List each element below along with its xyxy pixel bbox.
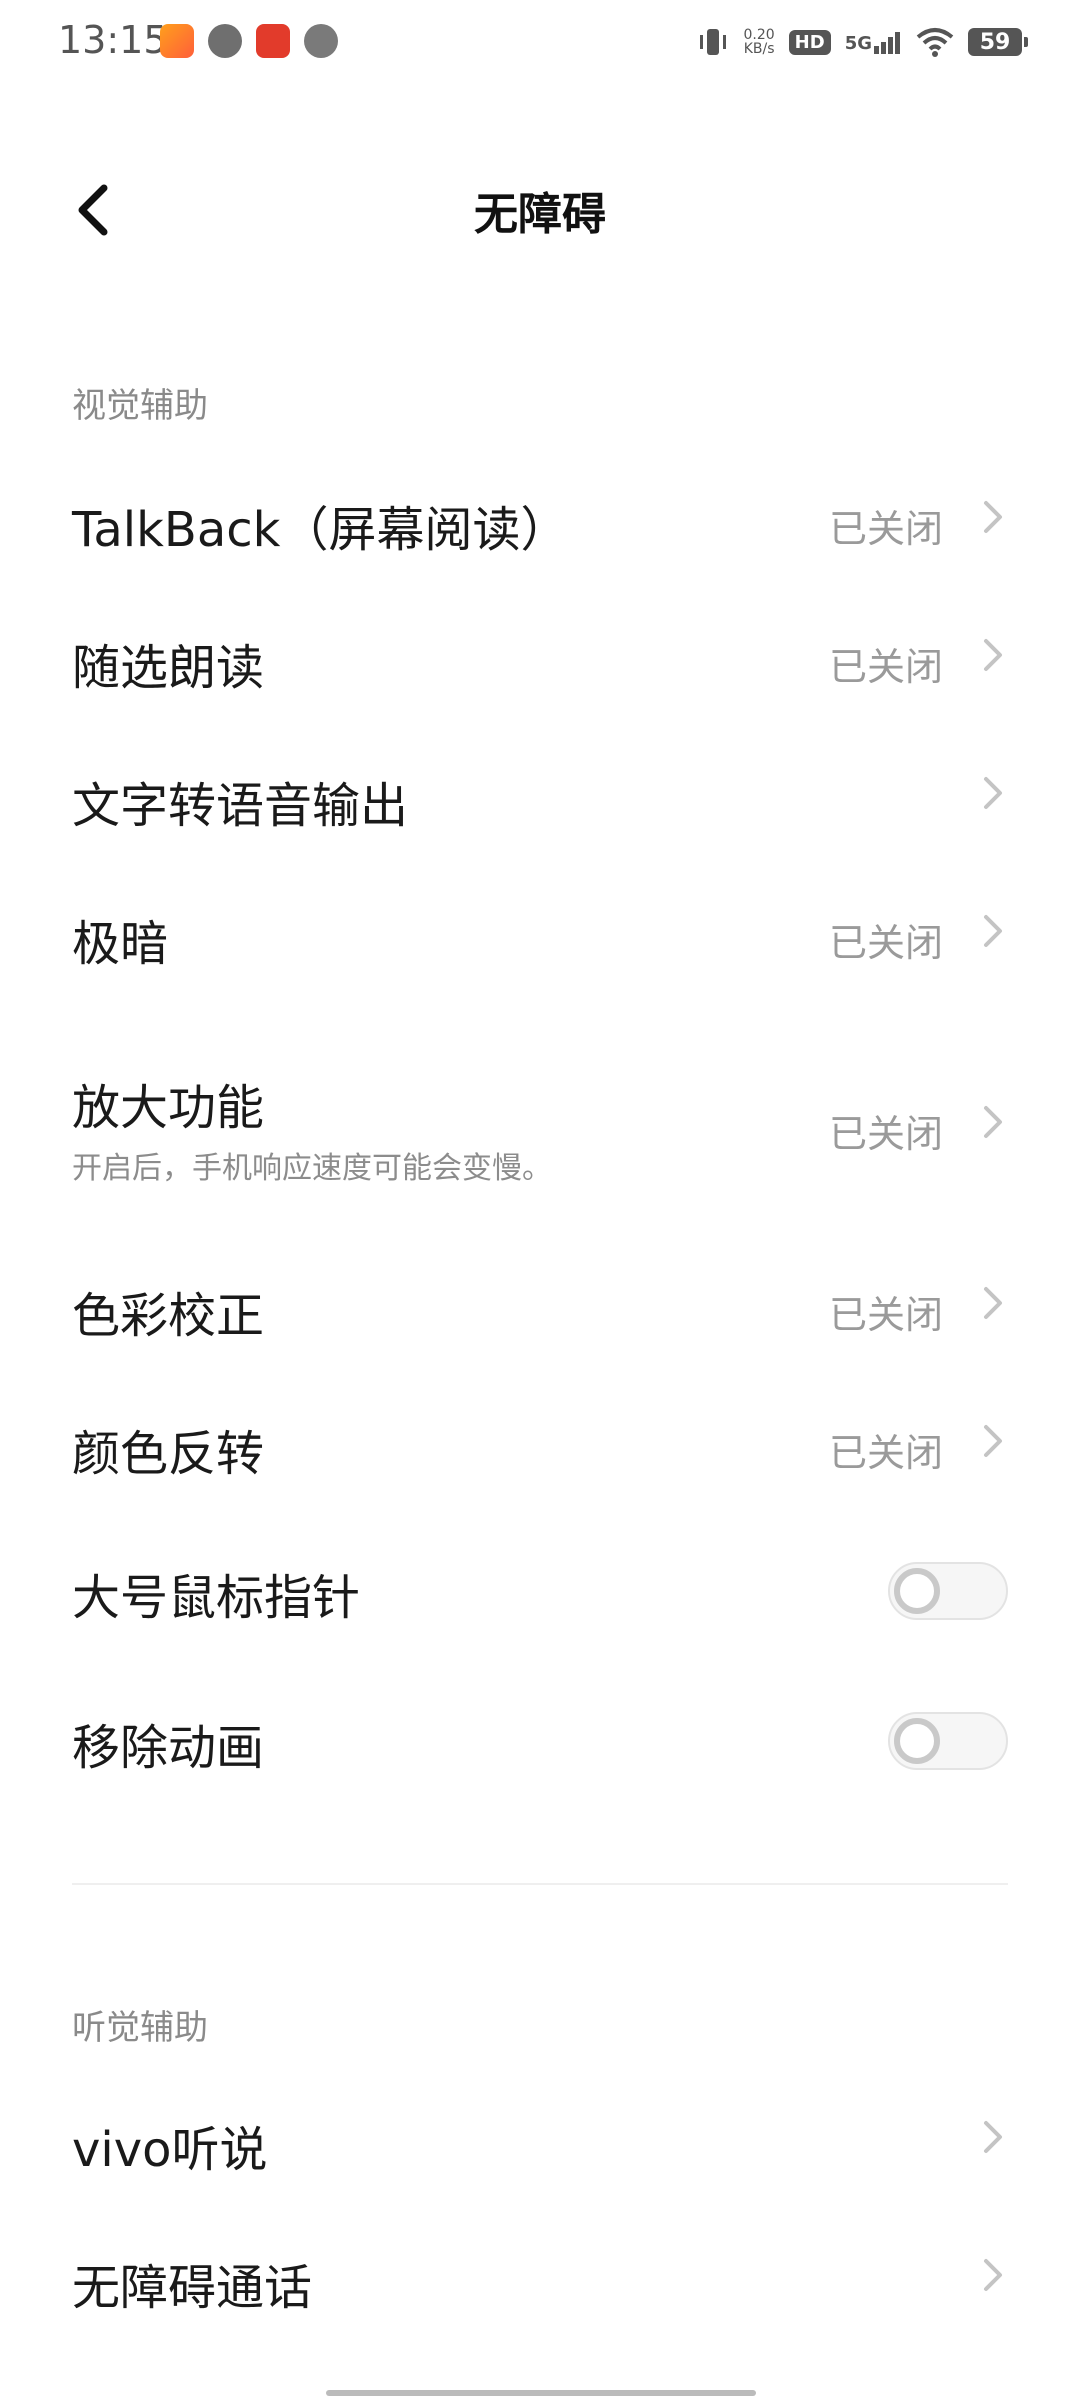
chevron-right-icon bbox=[984, 1425, 1002, 1457]
chat-icon bbox=[208, 24, 242, 58]
toggle-knob bbox=[894, 1718, 940, 1764]
battery-level: 59 bbox=[979, 29, 1011, 55]
net-speed: 0.20 KB/s bbox=[744, 28, 775, 56]
hd-badge: HD bbox=[788, 29, 831, 55]
chevron-right-icon bbox=[984, 501, 1002, 533]
link-icon bbox=[304, 24, 338, 58]
setting-label: vivo听说 bbox=[72, 2122, 268, 2178]
network-type: 5G bbox=[844, 33, 872, 54]
setting-vivo-listen[interactable]: vivo听说 bbox=[0, 2100, 1080, 2220]
setting-status: 已关闭 bbox=[828, 921, 943, 965]
app-icon bbox=[160, 24, 194, 58]
setting-status: 已关闭 bbox=[828, 1112, 943, 1156]
setting-status: 已关闭 bbox=[828, 1293, 943, 1337]
setting-label: 随选朗读 bbox=[72, 640, 265, 696]
setting-accessible-call[interactable]: 无障碍通话 bbox=[0, 2238, 1080, 2358]
setting-label: 文字转语音输出 bbox=[72, 778, 409, 834]
setting-tts-output[interactable]: 文字转语音输出 bbox=[0, 756, 1080, 876]
chevron-right-icon bbox=[984, 639, 1002, 671]
net-speed-unit: KB/s bbox=[743, 41, 775, 57]
notification-icons bbox=[160, 24, 338, 58]
setting-label: 无障碍通话 bbox=[72, 2260, 313, 2316]
setting-select-to-speak[interactable]: 随选朗读 已关闭 bbox=[0, 618, 1080, 738]
battery-icon: 59 bbox=[968, 28, 1028, 56]
setting-label: 色彩校正 bbox=[72, 1288, 265, 1344]
setting-extra-dim[interactable]: 极暗 已关闭 bbox=[0, 894, 1080, 1014]
setting-color-inversion[interactable]: 颜色反转 已关闭 bbox=[0, 1404, 1080, 1524]
video-icon bbox=[256, 24, 290, 58]
setting-subtext: 开启后，手机响应速度可能会变慢。 bbox=[72, 1151, 552, 1186]
chevron-right-icon bbox=[984, 1287, 1002, 1319]
setting-color-correction[interactable]: 色彩校正 已关闭 bbox=[0, 1266, 1080, 1386]
toggle-knob bbox=[894, 1568, 940, 1614]
status-bar: 13:15 0.20 KB/s HD 5G 59 bbox=[0, 0, 1080, 80]
net-speed-value: 0.20 bbox=[743, 27, 775, 43]
app-header: 无障碍 bbox=[0, 150, 1080, 270]
setting-label: TalkBack（屏幕阅读） bbox=[72, 502, 569, 558]
page-title: 无障碍 bbox=[474, 189, 606, 240]
chevron-right-icon bbox=[984, 777, 1002, 809]
setting-label: 极暗 bbox=[72, 916, 169, 972]
wifi-icon bbox=[916, 28, 954, 57]
setting-remove-animations: 移除动画 bbox=[0, 1698, 1080, 1818]
remove-animations-toggle[interactable] bbox=[888, 1712, 1008, 1770]
setting-status: 已关闭 bbox=[828, 507, 943, 551]
setting-label: 大号鼠标指针 bbox=[72, 1570, 361, 1626]
setting-label: 移除动画 bbox=[72, 1720, 265, 1776]
setting-magnification[interactable]: 放大功能 开启后，手机响应速度可能会变慢。 已关闭 bbox=[0, 1058, 1080, 1218]
section-divider bbox=[72, 1883, 1008, 1885]
setting-status: 已关闭 bbox=[828, 1431, 943, 1475]
chevron-right-icon bbox=[984, 915, 1002, 947]
setting-label: 放大功能 bbox=[72, 1080, 265, 1136]
vibrate-icon bbox=[699, 29, 726, 55]
status-time: 13:15 bbox=[58, 18, 168, 62]
system-icons: 0.20 KB/s HD 5G 59 bbox=[696, 22, 1028, 62]
setting-large-pointer: 大号鼠标指针 bbox=[0, 1548, 1080, 1668]
chevron-right-icon bbox=[984, 2259, 1002, 2291]
section-title-hearing: 听觉辅助 bbox=[72, 2008, 208, 2048]
chevron-right-icon bbox=[984, 1106, 1002, 1138]
chevron-right-icon bbox=[984, 2121, 1002, 2153]
setting-status: 已关闭 bbox=[828, 645, 943, 689]
section-title-vision: 视觉辅助 bbox=[72, 386, 208, 426]
setting-talkback[interactable]: TalkBack（屏幕阅读） 已关闭 bbox=[0, 480, 1080, 600]
setting-label: 颜色反转 bbox=[72, 1426, 265, 1482]
signal-icon: 5G bbox=[845, 30, 902, 54]
home-indicator[interactable] bbox=[326, 2390, 756, 2396]
large-pointer-toggle[interactable] bbox=[888, 1562, 1008, 1620]
